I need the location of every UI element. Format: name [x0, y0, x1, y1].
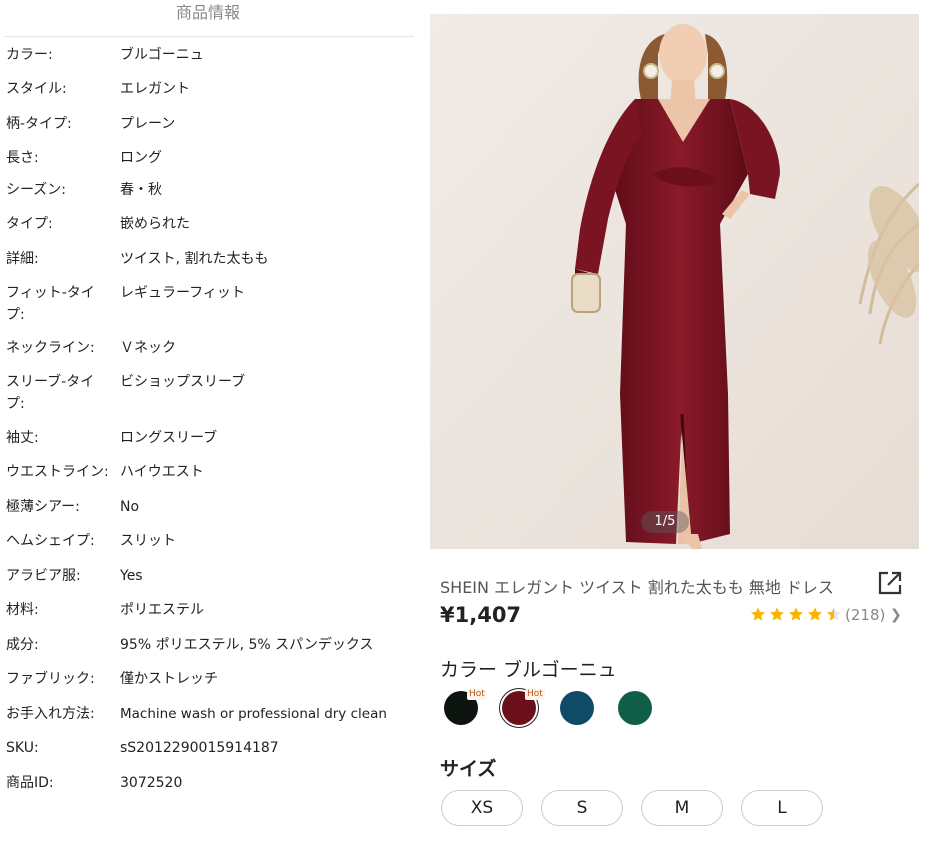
attr-value: sS2012290015914187	[120, 740, 279, 756]
attr-row: スリーブ-タイプ: ビショップスリーブ	[6, 371, 414, 415]
attr-value: ロングスリーブ	[120, 430, 218, 446]
hot-badge: Hot	[525, 689, 545, 700]
attr-row: お手入れ方法: Machine wash or professional dry…	[6, 703, 414, 725]
attr-value: スリット	[120, 533, 176, 549]
attr-label: 極薄シアー:	[6, 499, 80, 515]
attr-label: スリーブ-タイプ:	[6, 374, 95, 412]
attr-row: ファブリック: 僅かストレッチ	[6, 668, 414, 690]
attr-label: 材料:	[6, 602, 39, 618]
attr-label: ウエストライン:	[6, 464, 109, 480]
chevron-right-icon: ❯	[890, 607, 902, 623]
attr-value: ブルゴーニュ	[120, 47, 204, 63]
attr-label: 袖丈:	[6, 430, 39, 446]
attr-value: Machine wash or professional dry clean	[120, 706, 387, 722]
attr-label: スタイル:	[6, 81, 67, 97]
attr-row: フィット-タイプ: レギュラーフィット	[6, 282, 414, 326]
attr-row: アラビア服: Yes	[6, 565, 414, 587]
product-photo-illustration	[430, 14, 919, 549]
attr-row: タイプ: 嵌められた	[6, 213, 414, 235]
attr-row: 柄-タイプ: プレーン	[6, 113, 414, 135]
attr-value: ロング	[120, 150, 162, 166]
attr-row: 材料: ポリエステル	[6, 599, 414, 621]
product-image[interactable]: 1/5	[430, 14, 919, 549]
product-price: ¥1,407	[440, 603, 522, 627]
attr-row: ヘムシェイプ: スリット	[6, 530, 414, 552]
panel-title: 商品情報	[175, 3, 240, 22]
attr-label: 詳細:	[6, 251, 39, 267]
attr-value: レギュラーフィット	[120, 285, 245, 301]
hot-badge: Hot	[467, 689, 487, 700]
attr-label: ネックライン:	[6, 340, 95, 356]
attr-label: カラー:	[6, 47, 53, 63]
attr-row: 詳細: ツイスト, 割れた太もも	[6, 248, 414, 270]
attr-label: アラビア服:	[6, 568, 81, 584]
attr-value: 3072520	[120, 775, 183, 791]
attr-value: プレーン	[120, 116, 176, 132]
attr-row: 長さ: ロング	[6, 147, 414, 169]
attr-label: タイプ:	[6, 216, 53, 232]
swatch-green[interactable]	[618, 691, 652, 725]
rating-count: (218)	[845, 606, 886, 624]
attr-value: Ｖネック	[120, 340, 176, 356]
star-icon	[751, 607, 765, 621]
attr-value: 嵌められた	[120, 216, 190, 232]
star-icon	[808, 607, 822, 621]
attr-row: 極薄シアー: No	[6, 496, 414, 518]
attr-value: 95% ポリエステル, 5% スパンデックス	[120, 637, 374, 653]
attr-label: 商品ID:	[6, 775, 54, 791]
attr-row: シーズン: 春・秋	[6, 179, 414, 201]
attr-label: ファブリック:	[6, 671, 95, 687]
attr-label: SKU:	[6, 740, 39, 756]
share-external-icon[interactable]	[877, 570, 903, 596]
attr-row: ネックライン: Ｖネック	[6, 337, 414, 359]
attr-row: 袖丈: ロングスリーブ	[6, 427, 414, 449]
star-icon	[789, 607, 803, 621]
attr-value: ポリエステル	[120, 602, 204, 618]
attr-row: ウエストライン: ハイウエスト	[6, 461, 414, 483]
size-s-button[interactable]: S	[541, 790, 623, 826]
image-counter: 1/5	[641, 511, 689, 533]
product-title: SHEIN エレガント ツイスト 割れた太もも 無地 ドレス	[440, 578, 834, 597]
attr-row: カラー: ブルゴーニュ	[6, 44, 414, 66]
attr-value: ツイスト, 割れた太もも	[120, 251, 269, 267]
color-label: カラー ブルゴーニュ	[440, 659, 617, 681]
attr-row: 成分: 95% ポリエステル, 5% スパンデックス	[6, 634, 414, 656]
attr-value: 春・秋	[120, 182, 162, 198]
attr-value: ビショップスリーブ	[120, 374, 246, 390]
attr-value: Yes	[120, 568, 143, 584]
size-label: サイズ	[440, 758, 497, 780]
attr-label: 成分:	[6, 637, 39, 653]
attr-label: シーズン:	[6, 182, 67, 198]
size-m-button[interactable]: M	[641, 790, 723, 826]
attr-row: 商品ID: 3072520	[6, 772, 414, 794]
attr-label: 長さ:	[6, 150, 39, 166]
attr-value: 僅かストレッチ	[120, 671, 218, 687]
star-half-icon	[827, 607, 841, 621]
attr-row: SKU: sS2012290015914187	[6, 737, 414, 759]
attr-label: ヘムシェイプ:	[6, 533, 95, 549]
star-icon	[770, 607, 784, 621]
swatch-teal-blue[interactable]	[560, 691, 594, 725]
size-l-button[interactable]: L	[741, 790, 823, 826]
attr-label: 柄-タイプ:	[6, 116, 72, 132]
attr-label: お手入れ方法:	[6, 706, 95, 722]
product-info-panel: 商品情報 カラー: ブルゴーニュ スタイル: エレガント 柄-タイプ: プレーン…	[0, 0, 416, 852]
attr-value: ハイウエスト	[120, 464, 204, 480]
attr-row: スタイル: エレガント	[6, 78, 414, 100]
size-xs-button[interactable]: XS	[441, 790, 523, 826]
attr-label: フィット-タイプ:	[6, 285, 95, 323]
attr-value: No	[120, 499, 140, 515]
panel-divider	[4, 36, 414, 37]
attr-value: エレガント	[120, 81, 190, 97]
